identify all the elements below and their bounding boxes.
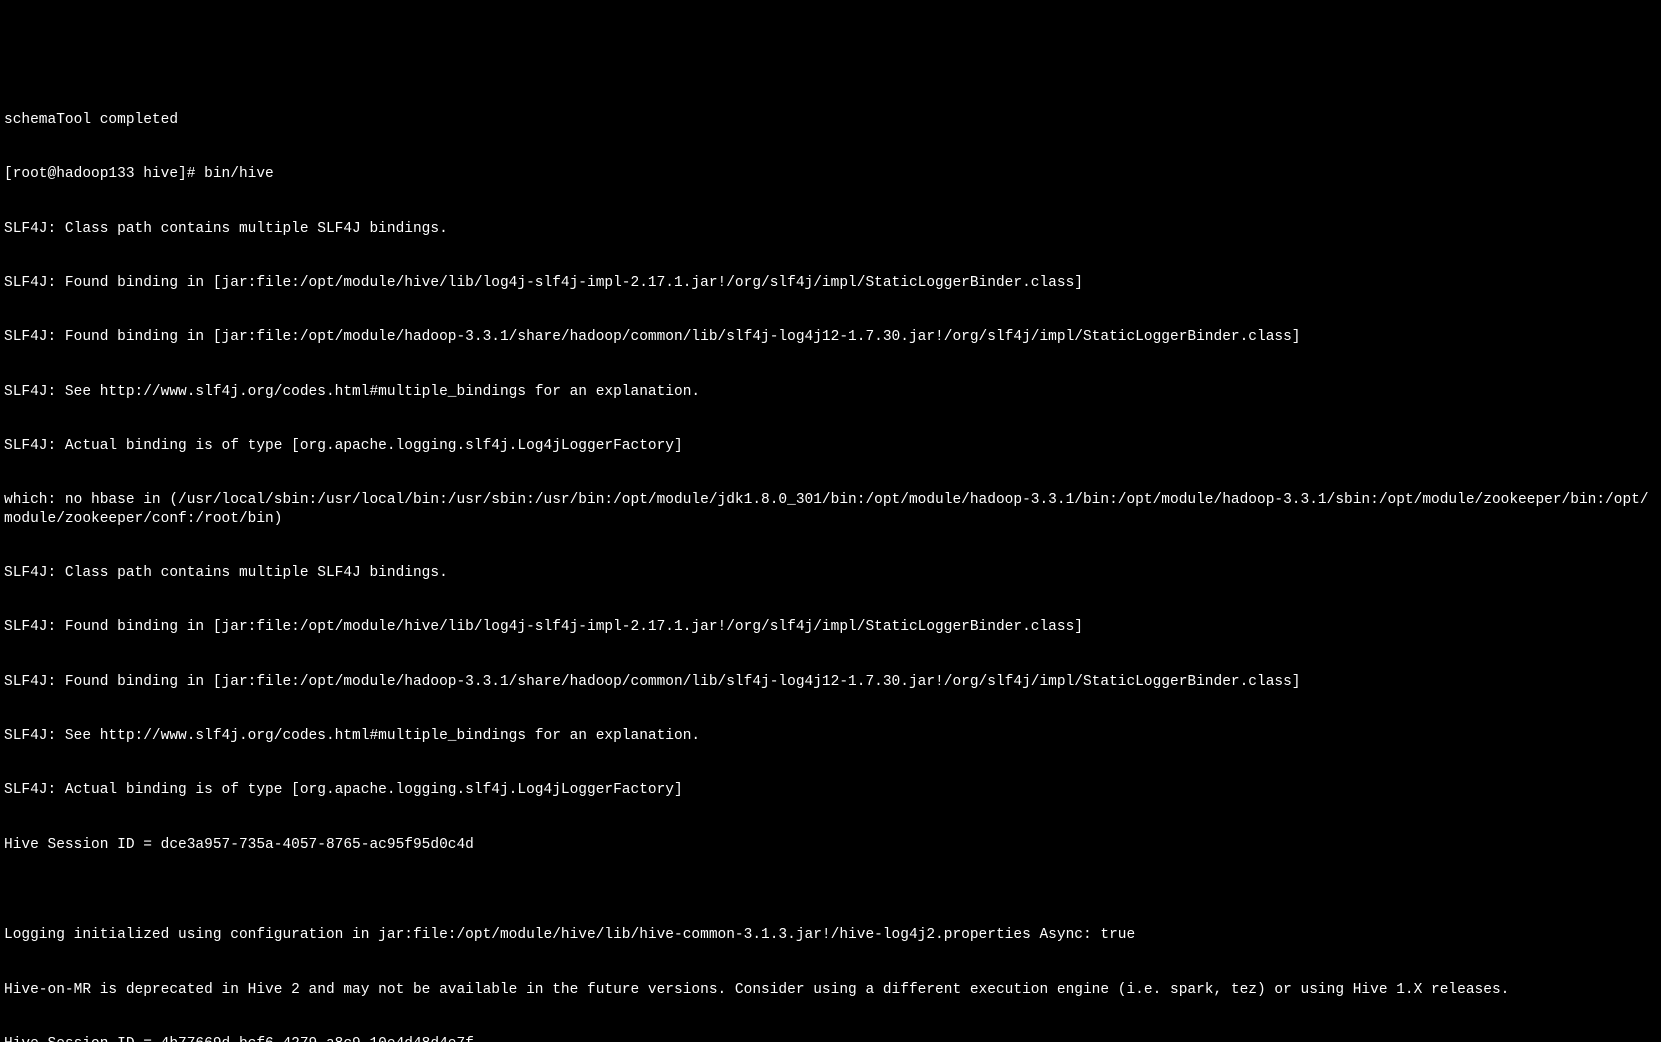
terminal-line: Hive Session ID = 4b77669d-bcf6-4279-a8c… — [4, 1035, 1657, 1042]
terminal-line: Hive Session ID = dce3a957-735a-4057-876… — [4, 836, 1657, 854]
terminal-line: which: no hbase in (/usr/local/sbin:/usr… — [4, 491, 1657, 527]
terminal-line: Logging initialized using configuration … — [4, 926, 1657, 944]
terminal-line: SLF4J: See http://www.slf4j.org/codes.ht… — [4, 727, 1657, 745]
terminal-line: SLF4J: Actual binding is of type [org.ap… — [4, 437, 1657, 455]
terminal-line: SLF4J: Class path contains multiple SLF4… — [4, 220, 1657, 238]
terminal-line: SLF4J: Actual binding is of type [org.ap… — [4, 781, 1657, 799]
terminal-line: SLF4J: Class path contains multiple SLF4… — [4, 564, 1657, 582]
terminal-output[interactable]: schemaTool completed [root@hadoop133 hiv… — [4, 75, 1657, 1042]
terminal-line: [root@hadoop133 hive]# bin/hive — [4, 165, 1657, 183]
terminal-line: SLF4J: Found binding in [jar:file:/opt/m… — [4, 328, 1657, 346]
terminal-line: Hive-on-MR is deprecated in Hive 2 and m… — [4, 981, 1657, 999]
terminal-line: SLF4J: Found binding in [jar:file:/opt/m… — [4, 274, 1657, 292]
terminal-line: schemaTool completed — [4, 111, 1657, 129]
terminal-line: SLF4J: See http://www.slf4j.org/codes.ht… — [4, 383, 1657, 401]
terminal-line: SLF4J: Found binding in [jar:file:/opt/m… — [4, 673, 1657, 691]
terminal-line: SLF4J: Found binding in [jar:file:/opt/m… — [4, 618, 1657, 636]
